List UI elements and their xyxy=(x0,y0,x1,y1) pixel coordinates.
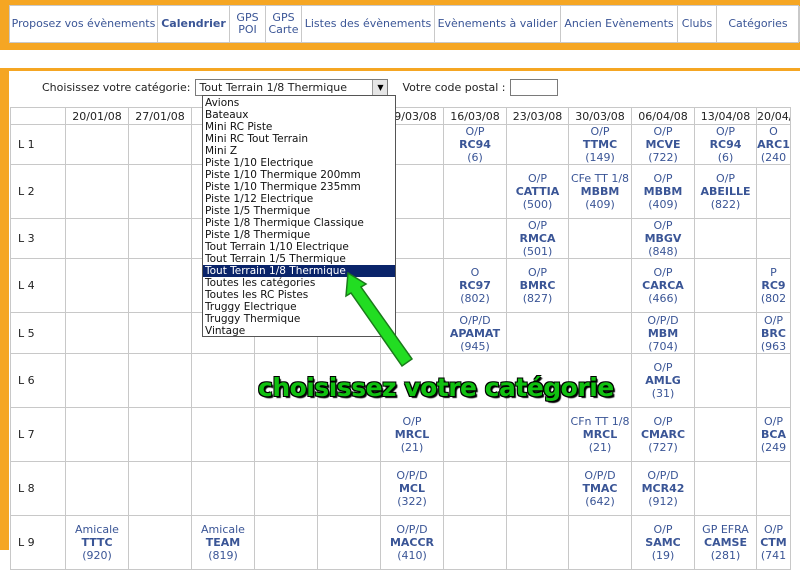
event-count: (819) xyxy=(208,549,238,562)
arrow-shape xyxy=(345,271,414,368)
event-count: (19) xyxy=(651,549,675,562)
annotation-text: choisissez votre catégorie xyxy=(258,373,614,402)
event-count: (281) xyxy=(710,549,741,562)
event-count: (741 xyxy=(760,549,787,562)
event-count: (920) xyxy=(82,549,112,562)
annotation-arrow xyxy=(345,271,414,368)
event-count: (410) xyxy=(397,549,427,562)
